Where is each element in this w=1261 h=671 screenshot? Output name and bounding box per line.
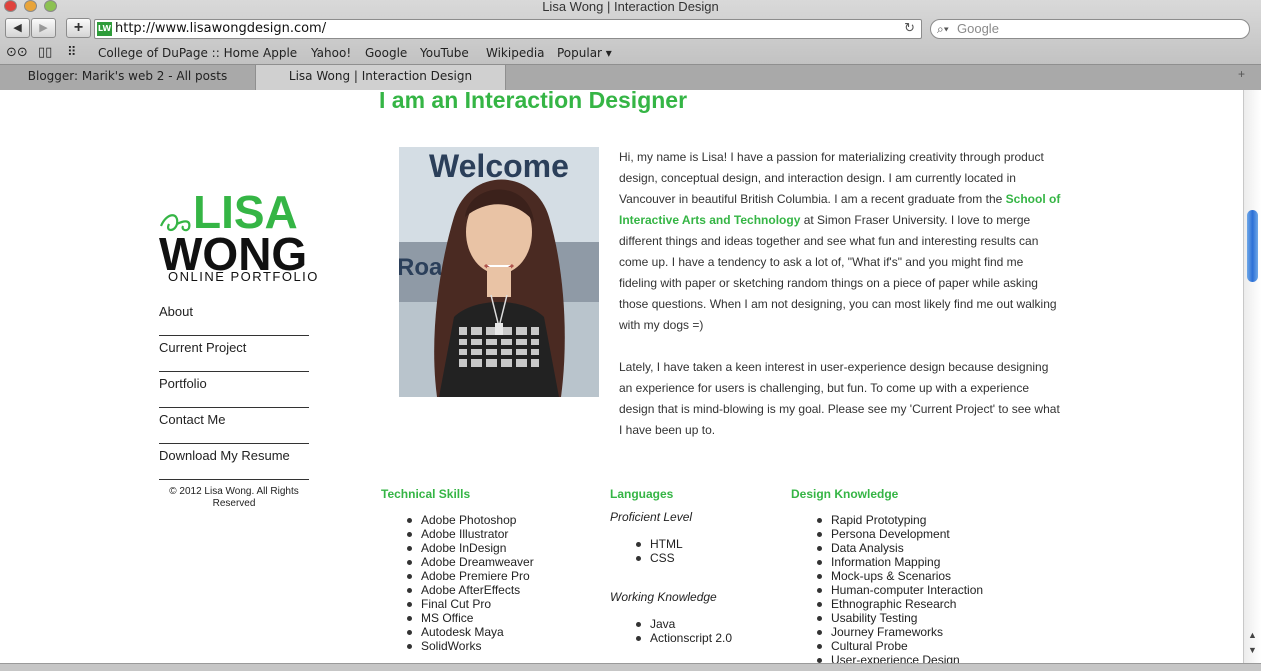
minimize-window-button[interactable] xyxy=(24,0,37,12)
bio-paragraph-1: Hi, my name is Lisa! I have a passion fo… xyxy=(619,150,1061,332)
bookmarks-book-icon[interactable]: ▯▯ xyxy=(38,43,52,63)
list-item: Human-computer Interaction xyxy=(816,583,984,597)
list-item: Adobe Dreamweaver xyxy=(407,555,534,569)
list-item: SolidWorks xyxy=(407,639,534,653)
bookmark-college-of-dupage[interactable]: College of DuPage :: Home xyxy=(98,43,259,63)
page-heading: I am an Interaction Designer xyxy=(379,90,688,113)
nav-download-resume[interactable]: Download My Resume xyxy=(159,444,309,480)
window-title: Lisa Wong | Interaction Design xyxy=(542,0,719,14)
reload-icon[interactable]: ↻ xyxy=(904,20,915,38)
lisa-wong-logo[interactable]: LISA WONG ONLINE PORTFOLIO xyxy=(159,190,339,282)
list-item: Journey Frameworks xyxy=(816,625,983,639)
list-item: Mock-ups & Scenarios xyxy=(816,569,983,583)
site-favicon-icon: LW xyxy=(97,22,112,36)
nav-about[interactable]: About xyxy=(159,300,309,336)
search-placeholder: Google xyxy=(957,21,999,36)
languages-heading: Languages xyxy=(610,487,674,501)
bookmark-popular-menu[interactable]: Popular ▾ xyxy=(557,43,612,63)
scroll-up-arrow-icon[interactable]: ▲ xyxy=(1248,630,1257,640)
back-button[interactable]: ◀ xyxy=(5,18,30,38)
list-item: Data Analysis xyxy=(816,541,983,555)
working-languages-list: Java Actionscript 2.0 xyxy=(635,617,733,645)
proficient-languages-list: HTML CSS xyxy=(636,537,683,565)
tab-lisa-wong[interactable]: Lisa Wong | Interaction Design xyxy=(256,65,506,90)
list-item: Final Cut Pro xyxy=(407,597,534,611)
list-item: Rapid Prototyping xyxy=(816,513,983,527)
list-item: Actionscript 2.0 xyxy=(635,631,733,645)
technical-skills-heading: Technical Skills xyxy=(381,487,471,501)
status-bar xyxy=(0,663,1261,671)
list-item: Adobe InDesign xyxy=(407,541,534,555)
search-icon: ⌕▾ xyxy=(937,22,949,36)
list-item: User-experience Design xyxy=(816,653,983,663)
technical-skills-list: Adobe Photoshop Adobe Illustrator Adobe … xyxy=(407,513,534,653)
bookmark-wikipedia[interactable]: Wikipedia xyxy=(486,43,545,63)
logo-subtitle: ONLINE PORTFOLIO xyxy=(168,269,319,282)
browser-chrome: Lisa Wong | Interaction Design ◀ ▶ + LW … xyxy=(0,0,1261,90)
tab-blogger[interactable]: Blogger: Marik's web 2 - All posts xyxy=(0,65,256,90)
add-bookmark-button[interactable]: + xyxy=(66,18,91,38)
list-item: Cultural Probe xyxy=(816,639,983,653)
bookmarks-bar: ⊙⊙ ▯▯ ⠿ College of DuPage :: Home Apple … xyxy=(0,43,1261,63)
close-window-button[interactable] xyxy=(4,0,17,12)
list-item: Adobe AfterEffects xyxy=(407,583,534,597)
list-item: Ethnographic Research xyxy=(816,597,983,611)
top-sites-grid-icon[interactable]: ⠿ xyxy=(67,43,77,63)
address-bar[interactable]: LW http://www.lisawongdesign.com/ ↻ xyxy=(94,19,922,39)
list-item: Adobe Photoshop xyxy=(407,513,534,527)
working-knowledge-label: Working Knowledge xyxy=(610,590,717,604)
design-knowledge-heading: Design Knowledge xyxy=(791,487,899,501)
list-item: CSS xyxy=(636,551,683,565)
profile-photo: Welcome Road xyxy=(399,147,599,397)
bookmark-google[interactable]: Google xyxy=(365,43,407,63)
main-nav: About Current Project Portfolio Contact … xyxy=(159,300,309,480)
proficient-level-label: Proficient Level xyxy=(610,510,693,524)
search-field[interactable]: ⌕▾ Google xyxy=(930,19,1250,39)
web-page: I am an Interaction Designer LISA WONG O… xyxy=(0,90,1243,663)
bio-paragraph-2: Lately, I have taken a keen interest in … xyxy=(619,360,1060,437)
url-text: http://www.lisawongdesign.com/ xyxy=(115,21,327,36)
toolbar: ◀ ▶ + LW http://www.lisawongdesign.com/ … xyxy=(0,16,1261,42)
tab-bar: Blogger: Marik's web 2 - All posts Lisa … xyxy=(0,64,1261,90)
list-item: Autodesk Maya xyxy=(407,625,534,639)
list-item: Adobe Illustrator xyxy=(407,527,534,541)
forward-button[interactable]: ▶ xyxy=(31,18,56,38)
list-item: Usability Testing xyxy=(816,611,983,625)
new-tab-icon[interactable]: + xyxy=(1238,67,1245,81)
photo-sign-welcome: Welcome xyxy=(429,148,569,184)
list-item: HTML xyxy=(636,537,683,551)
scrollbar-thumb[interactable] xyxy=(1247,210,1258,282)
list-item: Persona Development xyxy=(816,527,983,541)
nav-current-project[interactable]: Current Project xyxy=(159,336,309,372)
list-item: MS Office xyxy=(407,611,534,625)
nav-contact-me[interactable]: Contact Me xyxy=(159,408,309,444)
scroll-down-arrow-icon[interactable]: ▼ xyxy=(1248,645,1257,655)
bio-text: Hi, my name is Lisa! I have a passion fo… xyxy=(619,147,1064,462)
list-item: Information Mapping xyxy=(816,555,983,569)
copyright-text: © 2012 Lisa Wong. All Rights Reserved xyxy=(169,486,299,509)
vertical-scrollbar[interactable]: ▲ ▼ xyxy=(1243,90,1261,663)
bookmark-apple[interactable]: Apple xyxy=(263,43,297,63)
bookmark-yahoo[interactable]: Yahoo! xyxy=(311,43,351,63)
nav-portfolio[interactable]: Portfolio xyxy=(159,372,309,408)
list-item: Adobe Premiere Pro xyxy=(407,569,534,583)
list-item: Java xyxy=(635,617,732,631)
design-knowledge-list: Rapid Prototyping Persona Development Da… xyxy=(816,513,984,663)
bookmark-youtube[interactable]: YouTube xyxy=(420,43,469,63)
zoom-window-button[interactable] xyxy=(44,0,57,12)
reading-glasses-icon[interactable]: ⊙⊙ xyxy=(6,43,28,63)
